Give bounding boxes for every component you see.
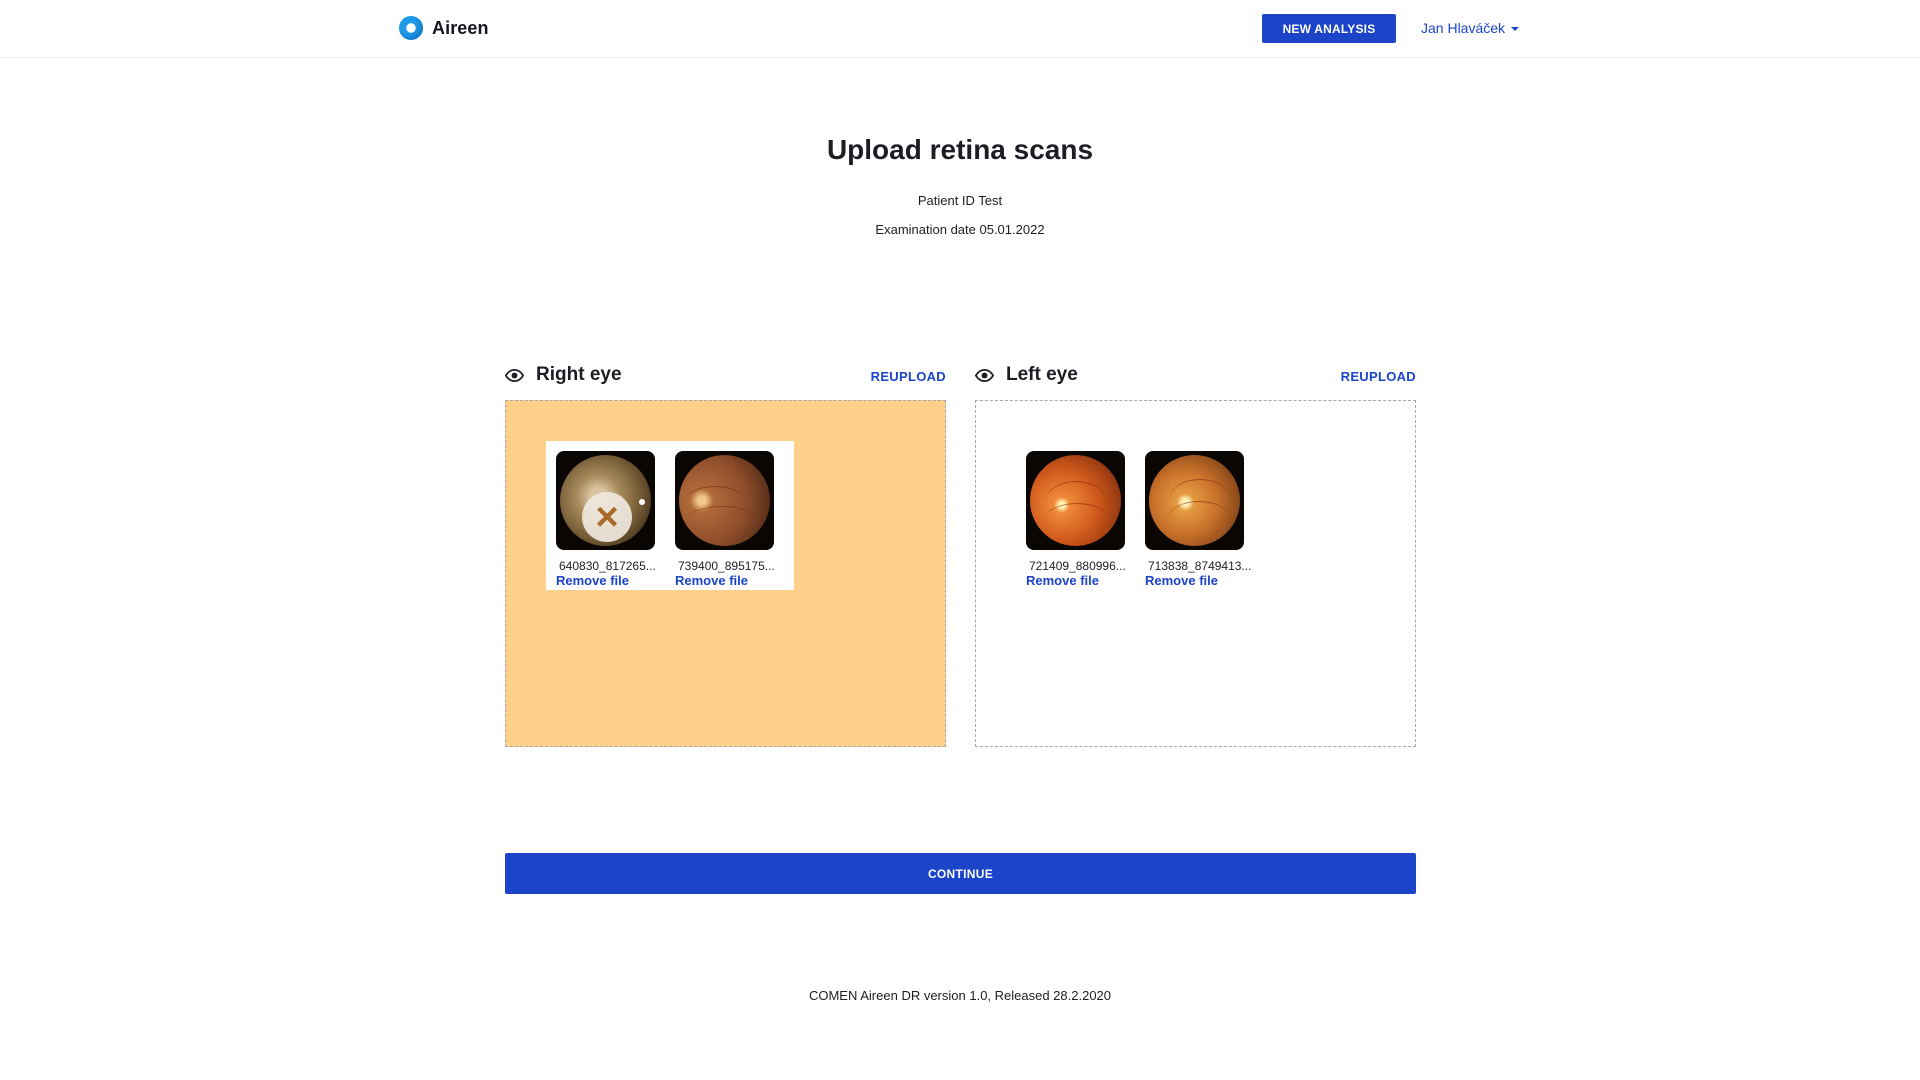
file-name: 721409_880996... — [1029, 559, 1126, 573]
remove-file-link[interactable]: Remove file — [1145, 573, 1254, 590]
retina-thumbnail — [1145, 451, 1244, 550]
top-bar: Aireen NEW ANALYSIS Jan Hlaváček — [0, 0, 1920, 58]
file-card: 713838_8749413... Remove file — [1145, 451, 1254, 590]
right-eye-header: Right eye REUPLOAD — [505, 364, 946, 400]
patient-id-text: Patient ID Test — [917, 193, 1003, 208]
eye-icon — [505, 368, 524, 382]
remove-file-link[interactable]: Remove file — [675, 573, 784, 590]
left-eye-file-list: 721409_880996... Remove file 713838_8749… — [1016, 441, 1264, 590]
remove-file-link[interactable]: Remove file — [556, 573, 665, 590]
examination-date-text: Examination date 05.01.2022 — [875, 222, 1045, 237]
aireen-logo-icon — [399, 16, 423, 40]
file-card: 721409_880996... Remove file — [1026, 451, 1135, 590]
remove-file-link[interactable]: Remove file — [1026, 573, 1135, 590]
right-eye-file-list: × 640830_817265... Remove file 739400_89… — [546, 441, 794, 590]
left-eye-section: Left eye REUPLOAD 721409_880996... Remov… — [975, 364, 1416, 747]
right-eye-dropzone[interactable]: × 640830_817265... Remove file 739400_89… — [505, 400, 946, 747]
file-card: 739400_895175... Remove file — [675, 451, 784, 590]
vessel — [1044, 503, 1110, 539]
file-name: 640830_817265... — [559, 559, 656, 573]
right-eye-section: Right eye REUPLOAD × 640830_817265... Re… — [505, 364, 946, 747]
retina-thumbnail — [675, 451, 774, 550]
left-eye-title: Left eye — [975, 364, 1078, 386]
right-eye-reupload-link[interactable]: REUPLOAD — [871, 369, 946, 384]
file-card: × 640830_817265... Remove file — [556, 451, 665, 590]
close-icon[interactable]: × — [582, 492, 632, 542]
glint — [639, 499, 645, 505]
left-eye-dropzone[interactable]: 721409_880996... Remove file 713838_8749… — [975, 400, 1416, 747]
left-eye-header: Left eye REUPLOAD — [975, 364, 1416, 400]
vessel — [1167, 501, 1231, 539]
caret-down-icon — [1511, 27, 1520, 31]
continue-button[interactable]: CONTINUE — [505, 853, 1416, 894]
right-eye-title: Right eye — [505, 364, 622, 386]
file-name: 739400_895175... — [678, 559, 775, 573]
brand-name: Aireen — [432, 17, 489, 38]
file-name: 713838_8749413... — [1148, 559, 1252, 573]
retina-thumbnail — [1026, 451, 1125, 550]
retina-thumbnail: × — [556, 451, 655, 550]
brand[interactable]: Aireen — [399, 16, 489, 40]
footer-version-text: COMEN Aireen DR version 1.0, Released 28… — [808, 988, 1112, 1003]
page-title: Upload retina scans — [826, 134, 1094, 165]
user-menu[interactable]: Jan Hlaváček — [1421, 20, 1520, 36]
vessel — [687, 506, 757, 534]
new-analysis-button[interactable]: NEW ANALYSIS — [1262, 14, 1396, 43]
eye-icon — [975, 368, 994, 382]
user-name: Jan Hlaváček — [1421, 20, 1506, 36]
right-eye-label: Right eye — [536, 364, 622, 385]
left-eye-label: Left eye — [1006, 364, 1078, 385]
left-eye-reupload-link[interactable]: REUPLOAD — [1341, 369, 1416, 384]
